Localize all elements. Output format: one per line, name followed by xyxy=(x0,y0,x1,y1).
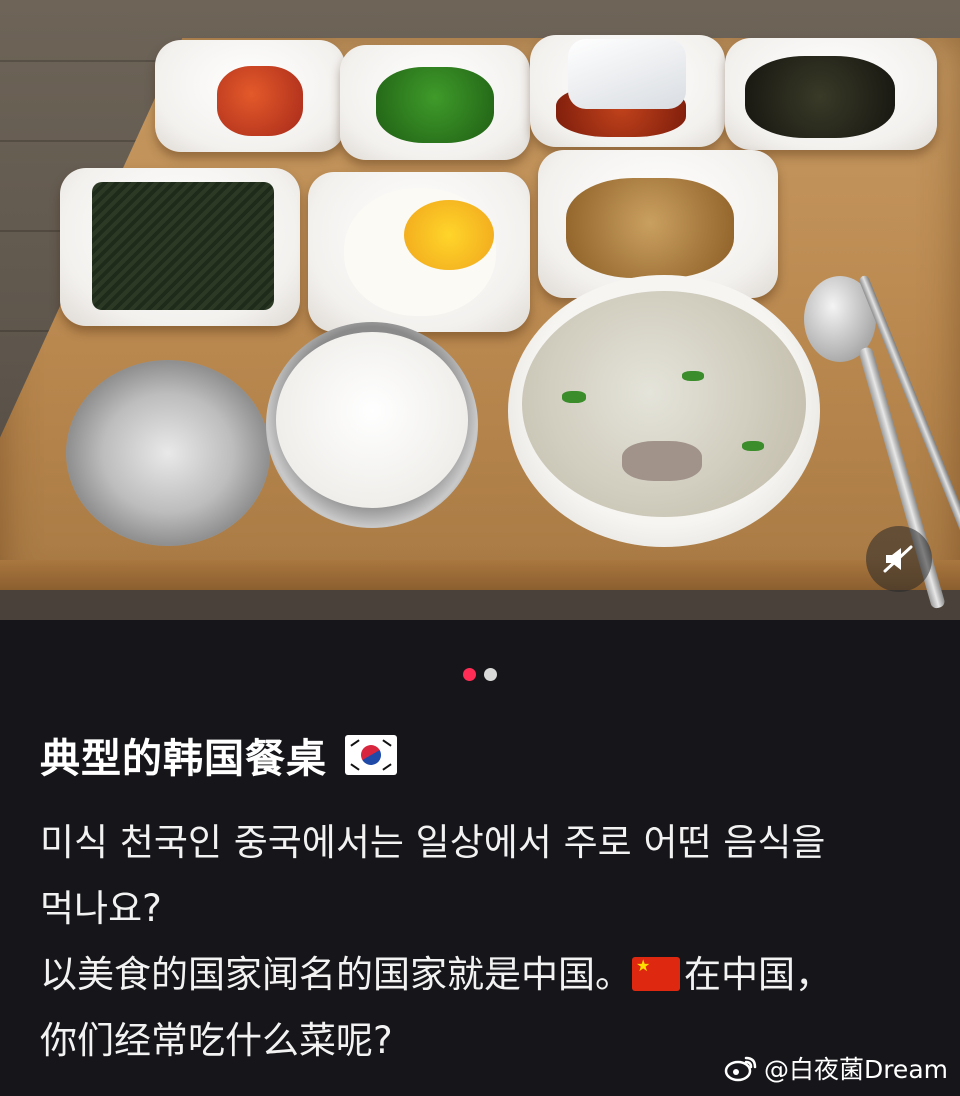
beef-soup xyxy=(522,291,806,517)
egg-dish xyxy=(308,172,530,332)
tofu-dish xyxy=(530,35,725,147)
sound-off-icon xyxy=(883,545,913,573)
herbs-dish xyxy=(725,38,937,150)
seasoned-laver xyxy=(92,182,274,310)
egg-yolk xyxy=(404,200,494,270)
body-line-text: 以美食的国家闻名的国家就是中国。 xyxy=(40,953,632,996)
post-title: 典型的韩国餐桌 xyxy=(40,736,327,782)
weibo-logo-icon xyxy=(724,1056,757,1082)
dried-radish-strips xyxy=(566,178,734,278)
dried-herbs xyxy=(745,56,895,138)
seasoned-greens xyxy=(376,67,494,143)
body-line: 먹나요? xyxy=(40,887,162,930)
kimchi-dish xyxy=(155,40,345,152)
scallion xyxy=(742,441,764,451)
body-line-text: 在中国， xyxy=(684,953,832,996)
body-line: 미식 천국인 중국에서는 일상에서 주로 어떤 음식을 xyxy=(40,821,826,864)
south-korea-flag-icon xyxy=(345,735,397,775)
post-body: 미식 천국인 중국에서는 일상에서 주로 어떤 음식을 먹나요? 以美食的国家闻… xyxy=(40,810,920,1074)
beef-slices xyxy=(622,441,702,481)
carousel-indicator xyxy=(0,668,960,681)
greens-dish xyxy=(340,45,530,160)
soup-bowl xyxy=(508,275,820,547)
carousel-dot-active[interactable] xyxy=(463,668,476,681)
tofu-cubes xyxy=(568,39,686,109)
mute-button[interactable] xyxy=(866,526,932,592)
rice-bowl xyxy=(266,322,478,528)
scallion xyxy=(682,371,704,381)
tray-rim xyxy=(0,560,960,590)
scallion xyxy=(562,391,586,403)
watermark-text: @白夜菌Dream xyxy=(763,1055,948,1084)
post-photo[interactable] xyxy=(0,0,960,620)
china-flag-icon: ★ xyxy=(632,957,680,991)
kimchi xyxy=(217,66,303,136)
post-title-row: 典型的韩国餐桌 xyxy=(40,726,397,784)
seaweed-dish xyxy=(60,168,300,326)
watermark: @白夜菌Dream xyxy=(724,1050,948,1086)
body-line: 以美食的国家闻名的国家就是中国。 ★ 在中国， xyxy=(40,942,920,1008)
table-edge xyxy=(0,590,960,620)
rice-bowl-lid xyxy=(66,360,270,546)
carousel-dot[interactable] xyxy=(484,668,497,681)
steamed-rice xyxy=(276,332,468,508)
